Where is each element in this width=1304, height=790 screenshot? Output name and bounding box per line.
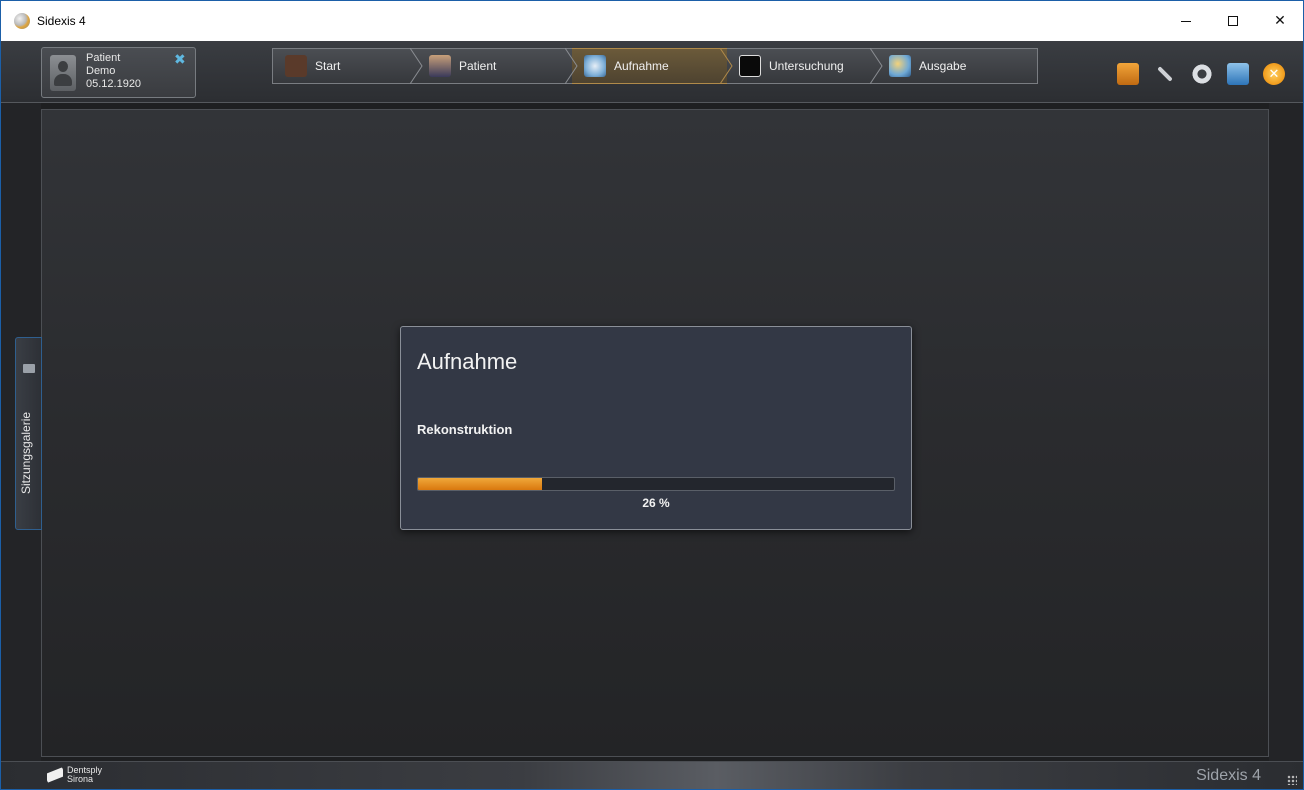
patient-card[interactable]: Patient Demo 05.12.1920 ✖ [41,47,196,98]
step-start-label: Start [315,59,341,73]
right-rail [1269,103,1303,761]
progress-bar [417,477,895,491]
patient-name: Demo [86,65,116,77]
step-patient[interactable]: Patient [417,48,572,84]
gear-icon[interactable] [1191,63,1213,85]
session-gallery-tab[interactable]: Sitzungsgalerie [15,337,42,530]
step-untersuchung-label: Untersuchung [769,59,844,73]
title-bar: Sidexis 4 ✕ [1,1,1303,41]
step-separator-chevron-icon [870,48,884,84]
close-button[interactable]: ✕ [1257,1,1303,41]
monitor-icon [739,55,761,77]
dialog-status: Rekonstruktion [417,422,513,437]
dialog-title: Aufnahme [417,349,518,374]
exit-icon[interactable]: ✕ [1263,63,1285,85]
product-name: Sidexis 4 [1196,767,1261,784]
window-title: Sidexis 4 [37,14,86,28]
progress-percent: 26 % [642,496,670,510]
close-icon: ✕ [1274,13,1286,29]
brand-text: Dentsply Sirona [67,766,102,784]
globe-output-icon [889,55,911,77]
toolbar-actions: ✕ [1117,63,1285,85]
maximize-icon [1228,16,1238,26]
sidexis-app-icon [14,13,30,29]
step-untersuchung[interactable]: Untersuchung [727,48,877,84]
footer-bar: Dentsply Sirona Sidexis 4 [1,761,1303,789]
tools-icon[interactable] [1157,66,1173,82]
minimize-button[interactable] [1163,1,1209,41]
patient-birthdate: 05.12.1920 [86,78,142,90]
step-separator-chevron-icon [565,48,579,84]
patient-avatar [50,55,76,91]
house-icon [285,55,307,77]
person-icon [429,55,451,77]
step-ausgabe-label: Ausgabe [919,59,967,73]
brand-line-2: Sirona [67,774,94,784]
xray-device-icon [584,55,606,77]
minimize-icon [1181,20,1191,22]
step-separator-chevron-icon [410,48,424,84]
app-window: Sidexis 4 ✕ Patient Demo 05.12.1920 ✖ St… [0,0,1304,790]
book-icon[interactable] [1117,63,1139,85]
maximize-button[interactable] [1210,1,1256,41]
close-patient-icon[interactable]: ✖ [174,53,188,67]
resize-grip-icon[interactable] [1287,775,1297,785]
step-patient-label: Patient [459,59,497,73]
dentsply-sirona-logo-icon [47,767,63,783]
progress-fill [418,478,542,490]
app-toolbar: Patient Demo 05.12.1920 ✖ Start Patient … [1,41,1303,103]
session-gallery-label: Sitzungsgalerie [19,411,33,494]
step-start[interactable]: Start [272,48,417,84]
step-aufnahme-label: Aufnahme [614,59,669,73]
patient-label: Patient [86,52,121,64]
window-icon[interactable] [1227,63,1249,85]
acquisition-dialog: Aufnahme Rekonstruktion 26 % [400,326,912,530]
step-ausgabe[interactable]: Ausgabe [877,48,1038,84]
brand-logo: Dentsply Sirona [47,766,102,784]
workflow-steps: Start Patient Aufnahme Untersuchung Ausg… [272,48,1038,84]
step-aufnahme[interactable]: Aufnahme [572,48,727,84]
step-separator-chevron-icon [720,48,734,84]
